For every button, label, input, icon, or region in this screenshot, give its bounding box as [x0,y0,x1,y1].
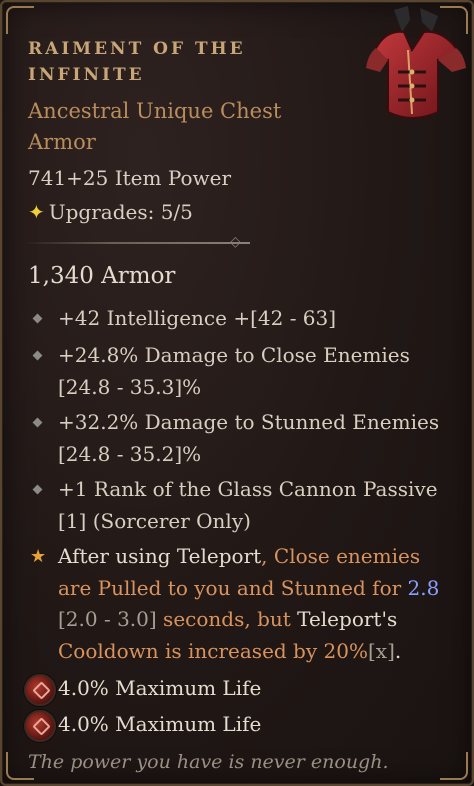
affix-line: +1 Rank of the Glass Cannon Passive [58,477,438,501]
upgrade-diamond-icon: ✦ [28,200,45,224]
divider-ornament-icon: ◇ [230,234,241,250]
multiplicative-marker: [x] [367,638,395,663]
frame-corner-top-left [6,6,34,34]
item-tooltip: RAIMENT OF THE INFINITE Ancestral Unique… [0,0,474,786]
affix-line: +42 Intelligence +[42 - 63] [58,306,337,330]
affix-line: +32.2% Damage to Stunned Enemies [58,410,440,434]
unique-text-segment: After using [58,544,177,568]
upgrades-row: ✦ Upgrades: 5/5 [28,200,193,224]
unique-text-segment: seconds, but [156,607,298,631]
stun-duration-range: [2.0 - 3.0] [58,607,157,631]
ruby-gem-icon [24,674,56,706]
unique-power-text: After using Teleport, Close enemies are P… [58,541,458,667]
section-divider [24,242,250,244]
item-name-line-1: RAIMENT OF THE [28,39,246,59]
ruby-gem-icon [24,710,56,742]
affix-bullet-icon [32,484,43,495]
affix-close-enemies: +24.8% Damage to Close Enemies [24.8 - 3… [58,339,410,403]
chest-armor-icon [366,6,466,119]
affix-range: [1] (Sorcerer Only) [58,509,251,533]
item-type: Ancestral Unique Chest Armor [28,96,328,158]
affix-bullet-icon [32,417,43,428]
item-name-line-2: INFINITE [28,65,145,85]
affix-bullet-icon [32,350,43,361]
affix-range: [24.8 - 35.2]% [58,442,202,466]
affix-range: [24.8 - 35.3]% [58,375,202,399]
unique-text-segment: Cooldown is increased by 20% [58,638,368,663]
stun-duration-value: 2.8 [407,575,440,600]
socket-bonus: 4.0% Maximum Life [58,676,262,700]
affix-bullet-icon [32,313,43,324]
unique-text-segment: . [394,638,402,663]
teleport-skill-name: Teleport [176,544,262,568]
item-type-line-1: Ancestral Unique Chest [28,99,282,123]
unique-star-icon: ★ [30,546,47,567]
unique-text-segment: are Pulled to you and Stunned for [58,575,408,600]
affix-line: +24.8% Damage to Close Enemies [58,343,410,367]
affix-glass-cannon: +1 Rank of the Glass Cannon Passive [1] … [58,473,438,537]
item-power: 741+25 Item Power [28,166,232,190]
socket-bonus: 4.0% Maximum Life [58,712,262,736]
flavor-text: The power you have is never enough. [28,751,389,773]
frame-corner-bottom-right [440,752,468,780]
teleport-skill-name: Teleport's [297,607,398,631]
affix-stunned-enemies: +32.2% Damage to Stunned Enemies [24.8 -… [58,406,439,470]
upgrades-text: Upgrades: 5/5 [48,200,193,224]
unique-text-segment: , Close enemies [261,544,421,568]
item-type-line-2: Armor [28,130,96,154]
item-name: RAIMENT OF THE INFINITE [28,36,328,88]
armor-value: 1,340 Armor [28,263,176,289]
affix-intelligence: +42 Intelligence +[42 - 63] [58,302,336,334]
